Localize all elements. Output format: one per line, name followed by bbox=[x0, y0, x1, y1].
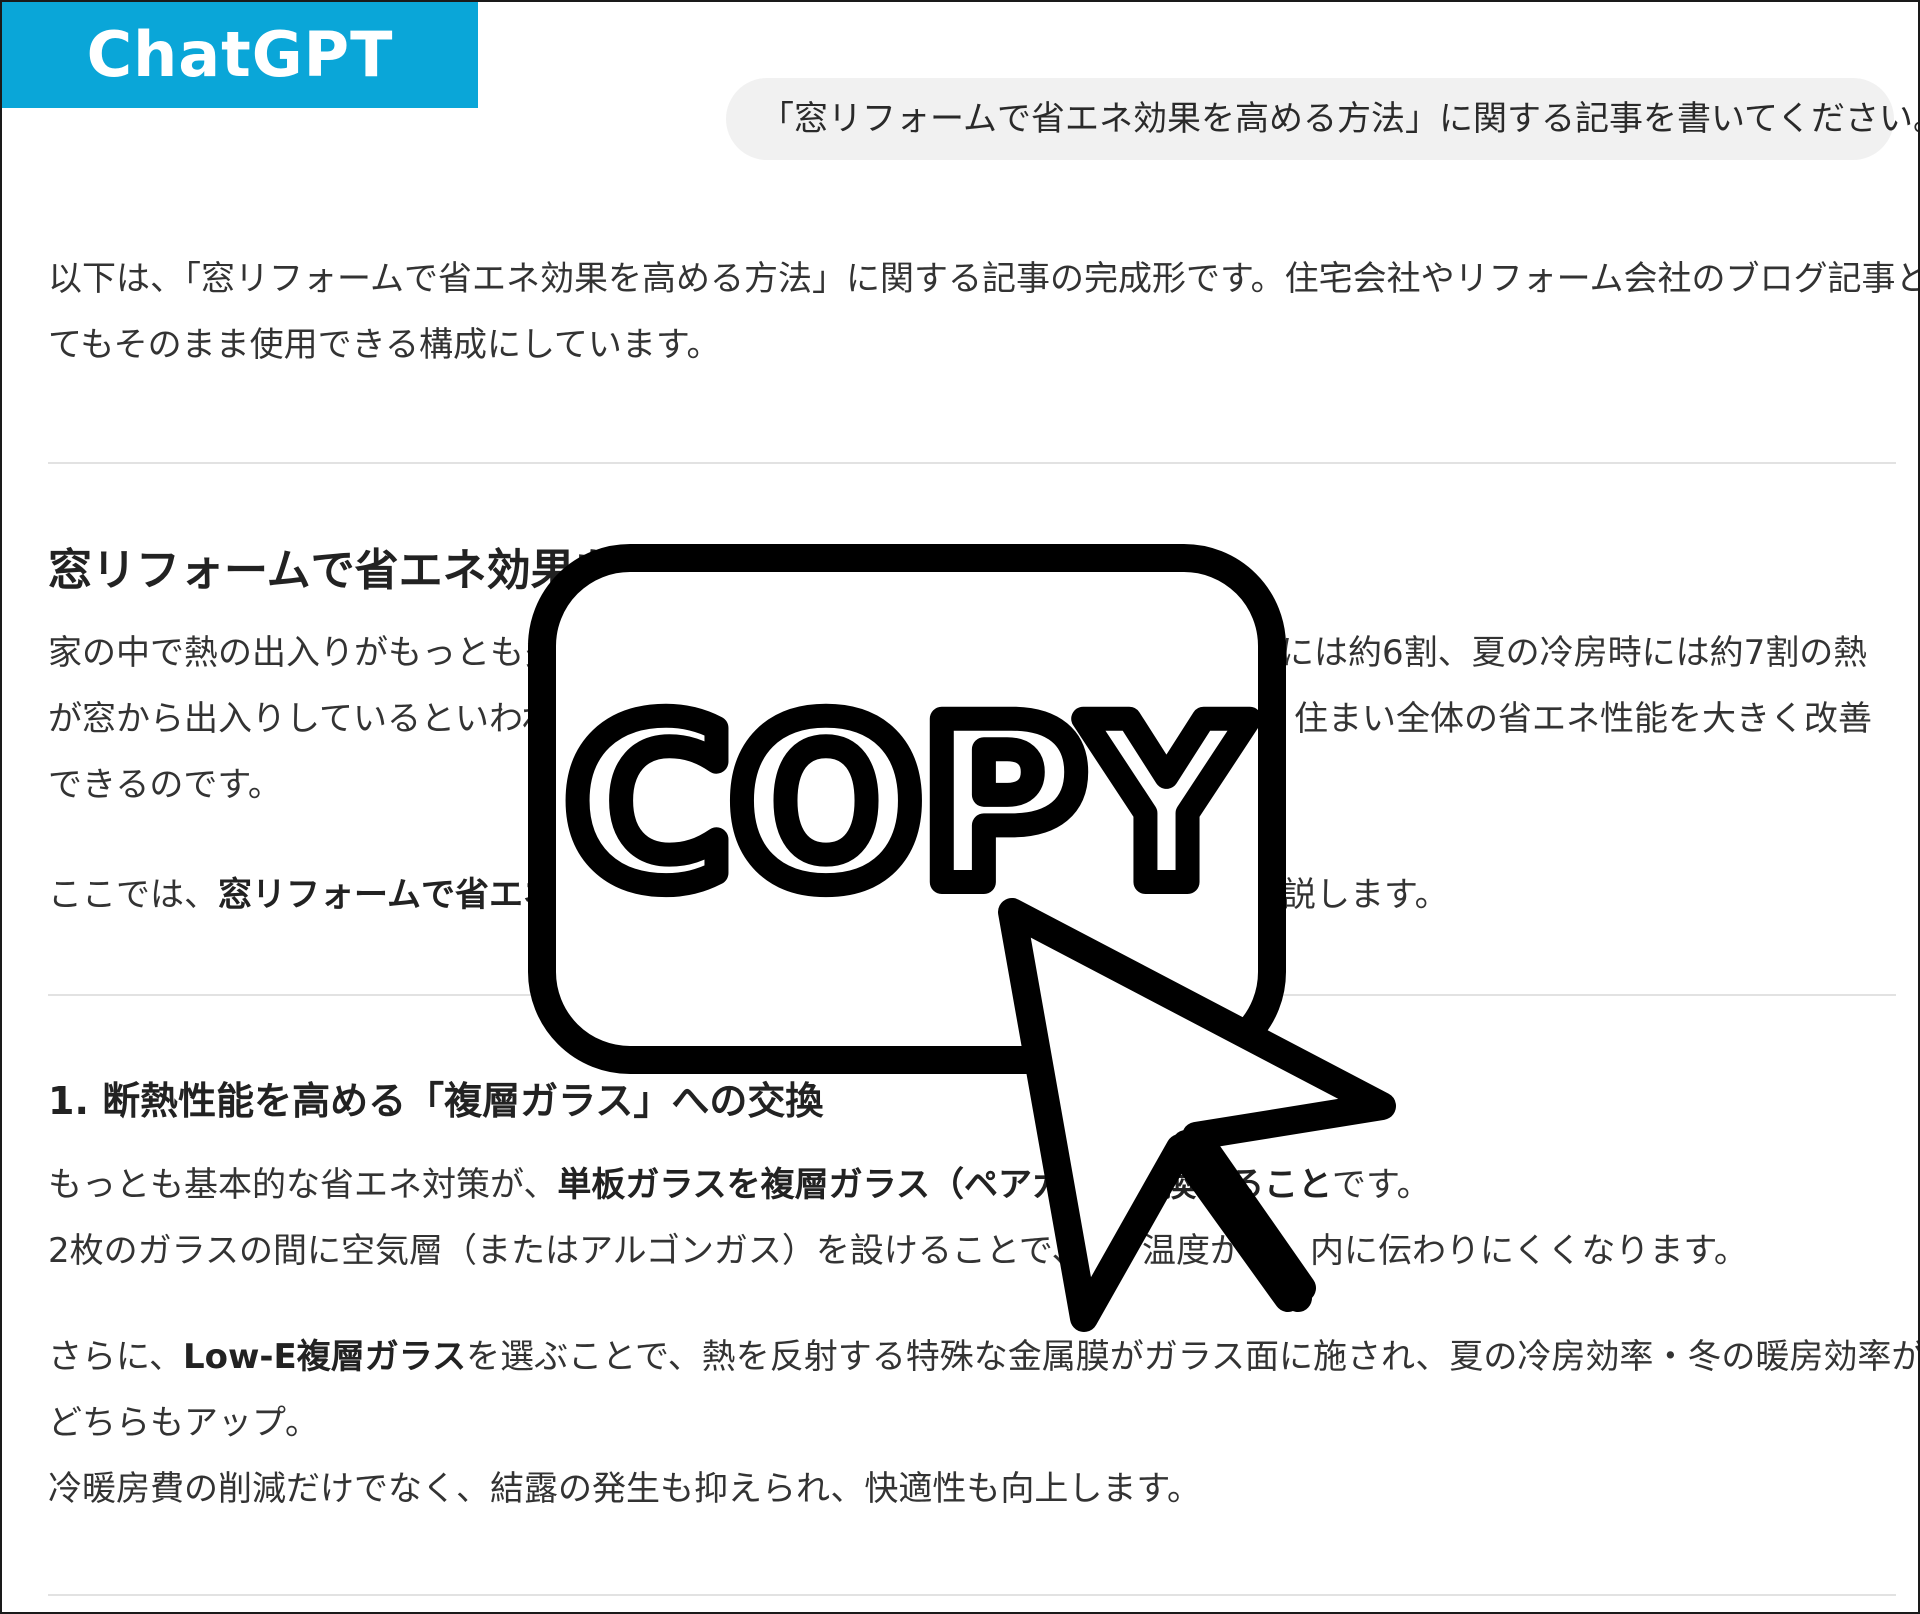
para1-line2-left: が窓から出入りしているといわれ bbox=[48, 699, 556, 739]
article-heading: 窓リフォームで省エネ効果を bbox=[48, 545, 619, 596]
para1-line1-left: 家の中で熱の出入りがもっとも多 bbox=[48, 633, 558, 673]
section-paragraph-1: 家の中で熱の出入りがもっとも多 には約6割、夏の冷房時には約7割の熱 が窓から出… bbox=[48, 620, 1896, 818]
sub1-para2-prefix: さらに、 bbox=[48, 1337, 183, 1377]
divider-3 bbox=[48, 1594, 1896, 1596]
intro-line-2: てもそのまま使用できる構成にしています。 bbox=[48, 325, 721, 365]
subsection-1-paragraph-1: もっとも基本的な省エネ対策が、単板ガラスを複層ガラス（ペアガラ 換することです。… bbox=[48, 1152, 1896, 1284]
divider-2 bbox=[48, 994, 1896, 996]
sub1-line1-bold-2: 換すること bbox=[1162, 1165, 1332, 1205]
sub1-line2-mid: 温度が bbox=[1142, 1231, 1244, 1271]
para1-line2-right: 住まい全体の省エネ性能を大きく改善 bbox=[1294, 699, 1872, 739]
para1-line1-right: には約6割、夏の冷房時には約7割の熱 bbox=[1280, 633, 1868, 673]
section-paragraph-2: ここでは、窓リフォームで省エネ効 説します。 bbox=[48, 862, 1896, 928]
sub1-line1-suffix: です。 bbox=[1332, 1165, 1431, 1205]
subsection-1-paragraph-2: さらに、Low-E複層ガラスを選ぶことで、熱を反射する特殊な金属膜がガラス面に施… bbox=[48, 1324, 1918, 1522]
para2-suffix: 説します。 bbox=[1282, 875, 1449, 915]
sub1-para2-line1-rest: を選ぶことで、熱を反射する特殊な金属膜がガラス面に施され、夏の冷房効率・冬の暖房… bbox=[466, 1337, 1920, 1377]
screenshot-frame: ChatGPT 「窓リフォームで省エネ効果を高める方法」に関する記事を書いてくだ… bbox=[0, 0, 1920, 1614]
sub1-line1-bold: 単板ガラスを複層ガラス（ペアガラ bbox=[557, 1165, 1100, 1205]
sub1-line2-right: 内に伝わりにくくなります。 bbox=[1310, 1231, 1748, 1271]
para1-line3: できるのです。 bbox=[48, 765, 282, 805]
sub1-para2-bold: Low-E複層ガラス bbox=[182, 1337, 467, 1377]
intro-line-1: 以下は、「窓リフォームで省エネ効果を高める方法」に関する記事の完成形です。住宅会… bbox=[48, 259, 1920, 299]
user-message-bubble: 「窓リフォームで省エネ効果を高める方法」に関する記事を書いてください。 bbox=[726, 78, 1918, 160]
divider-1 bbox=[48, 462, 1896, 464]
subheading-1: 1. 断熱性能を高める「複層ガラス」への交換 bbox=[48, 1079, 824, 1123]
brand-label: ChatGPT bbox=[2, 2, 478, 108]
sub1-line2-left: 2枚のガラスの間に空気層（またはアルゴンガス）を設けることで、外 bbox=[48, 1231, 1120, 1271]
sub1-para2-line2: どちらもアップ。 bbox=[48, 1403, 319, 1443]
sub1-line1-prefix: もっとも基本的な省エネ対策が、 bbox=[48, 1165, 558, 1205]
para2-bold: 窓リフォームで省エネ効 bbox=[218, 875, 591, 915]
sub1-para2-line3: 冷暖房費の削減だけでなく、結露の発生も抑えられ、快適性も向上します。 bbox=[48, 1469, 1201, 1509]
intro-paragraph: 以下は、「窓リフォームで省エネ効果を高める方法」に関する記事の完成形です。住宅会… bbox=[48, 246, 1920, 378]
para2-prefix: ここでは、 bbox=[48, 875, 218, 915]
